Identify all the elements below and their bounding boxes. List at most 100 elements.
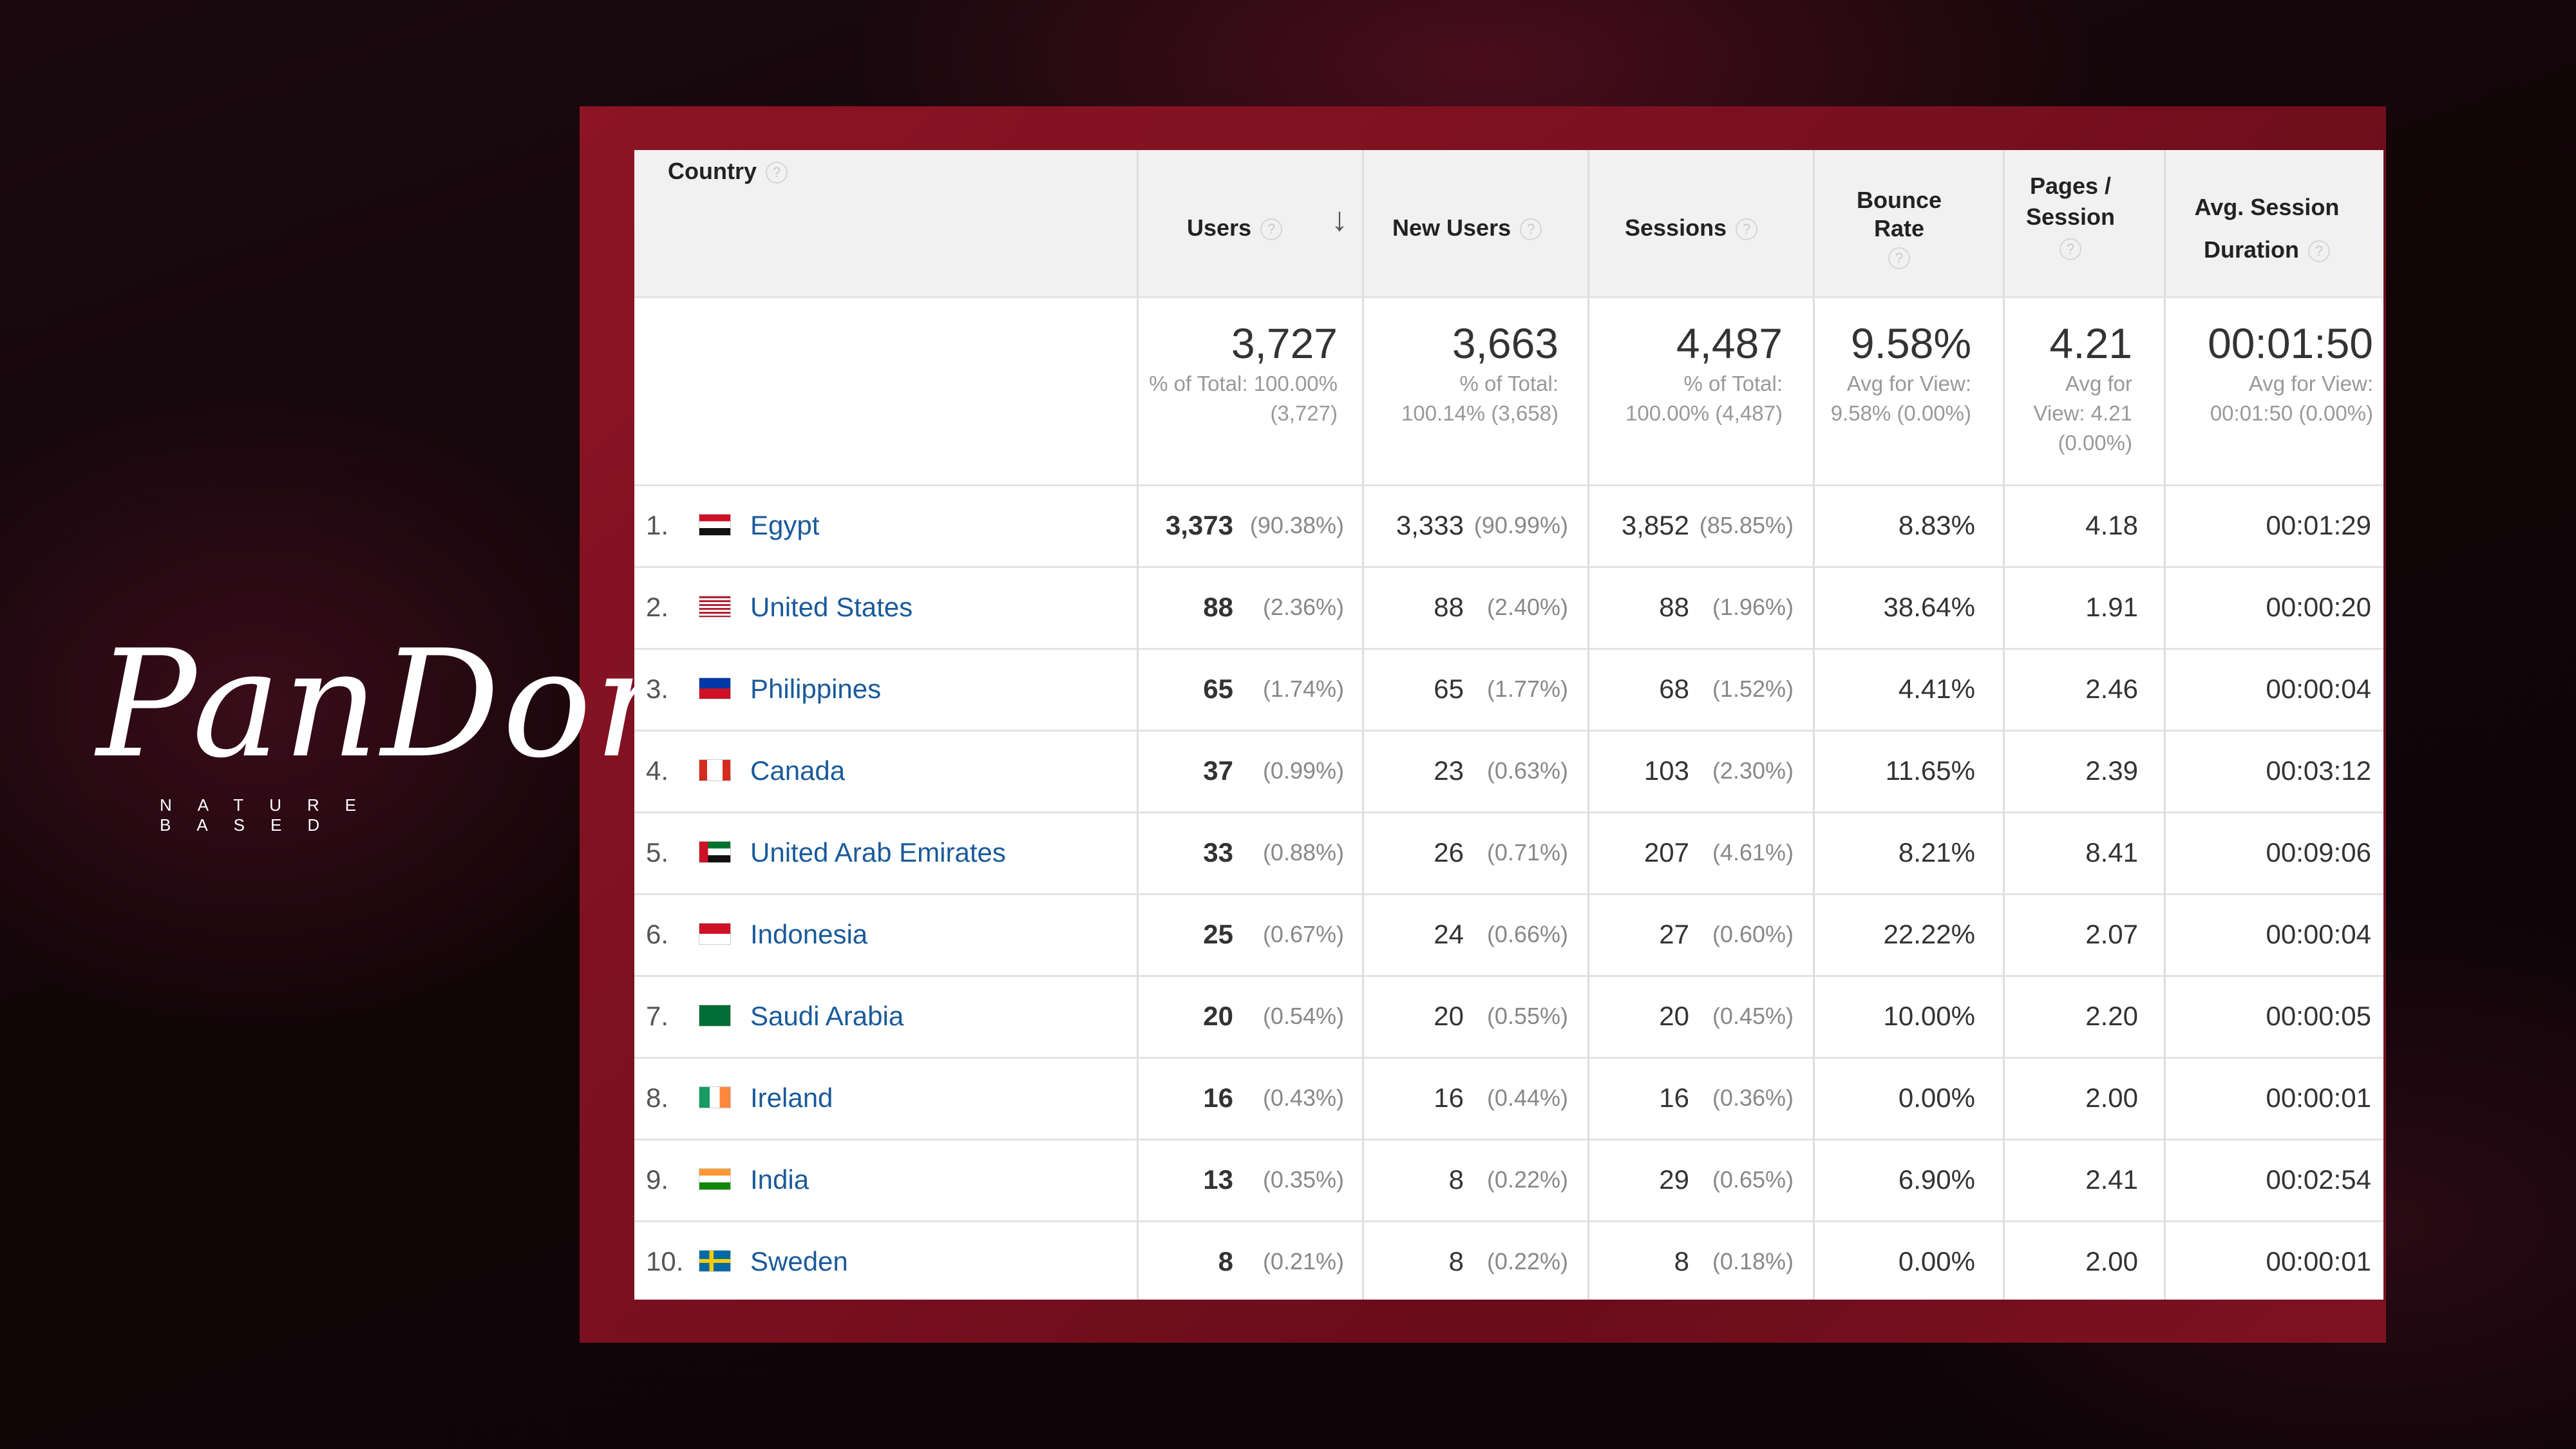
country-link[interactable]: Saudi Arabia [750, 975, 904, 1057]
bounce-rate-value: 10.00% [1883, 1001, 1975, 1031]
new-users-percent: (0.71%) [1486, 839, 1568, 866]
header-duration-label-1: Avg. Session [2194, 194, 2340, 220]
users-percent: (90.38%) [1249, 512, 1344, 538]
total-bounce-rate: 9.58% [1850, 319, 1971, 367]
users-value: 25 [1203, 919, 1233, 949]
help-icon[interactable]: ? [1736, 218, 1758, 241]
total-new-users: 3,663 [1452, 319, 1558, 367]
avg-duration-value: 00:00:20 [2266, 592, 2372, 622]
sort-descending-icon[interactable]: ↓ [1331, 200, 1348, 239]
pages-session-value: 2.20 [2085, 1001, 2138, 1031]
country-link[interactable]: Egypt [750, 484, 819, 566]
new-users-value: 23 [1434, 755, 1464, 786]
help-icon[interactable]: ? [1260, 218, 1283, 241]
users-value: 16 [1203, 1083, 1233, 1113]
table-row[interactable]: 10. Sweden 8 (0.21%) 8 (0.22%) 8 (0.18%) 0.00% 2.… [634, 1220, 2383, 1300]
country-link[interactable]: Ireland [750, 1057, 833, 1139]
row-divider [634, 1139, 2383, 1141]
header-sessions[interactable]: Sessions? [1625, 214, 1758, 242]
header-bounce-rate[interactable]: Bounce Rate ? [1835, 186, 1964, 271]
divider [634, 296, 2383, 298]
table-row[interactable]: 8. Ireland 16 (0.43%) 16 (0.44%) 16 (0.36%) 0.00… [634, 1057, 2383, 1139]
users-value: 13 [1203, 1164, 1233, 1195]
header-avg-session-duration[interactable]: Avg. Session Duration? [2161, 186, 2373, 271]
help-icon[interactable]: ? [1520, 218, 1542, 241]
new-users-percent: (0.22%) [1486, 1248, 1568, 1274]
help-icon[interactable]: ? [2060, 238, 2081, 261]
header-new-users[interactable]: New Users? [1392, 214, 1542, 242]
sessions-value: 29 [1659, 1164, 1689, 1195]
pages-session-value: 4.18 [2085, 510, 2138, 540]
avg-duration-value: 00:03:12 [2266, 755, 2372, 786]
pages-session-value: 2.00 [2085, 1083, 2138, 1113]
row-divider [634, 893, 2383, 895]
ph-flag-icon [699, 677, 731, 699]
country-link[interactable]: United States [750, 566, 913, 648]
table-row[interactable]: 3. Philippines 65 (1.74%) 65 (1.77%) 68 (1.52%)… [634, 648, 2383, 730]
column-divider [1587, 150, 1589, 1300]
table-row[interactable]: 1. Egypt 3,373 (90.38%) 3,333 (90.99%) 3,852 (8… [634, 484, 2383, 566]
table-row[interactable]: 2. United States 88 (2.36%) 88 (2.40%) 88 (1.96… [634, 566, 2383, 648]
total-pages-sub3: (0.00%) [2058, 431, 2132, 455]
avg-duration-value: 00:00:01 [2266, 1083, 2372, 1113]
help-icon[interactable]: ? [2308, 240, 2330, 263]
uae-flag-icon [699, 841, 731, 863]
avg-duration-value: 00:00:04 [2266, 674, 2372, 704]
country-link[interactable]: Sweden [750, 1220, 848, 1300]
users-value: 20 [1203, 1001, 1233, 1031]
table-row[interactable]: 9. India 13 (0.35%) 8 (0.22%) 29 (0.65%) 6.90% 2.… [634, 1139, 2383, 1220]
header-pages-session[interactable]: Pages / Session ? [2006, 171, 2135, 263]
total-sessions-sub2: 100.00% (4,487) [1625, 401, 1783, 425]
header-duration-label-2: Duration [2204, 236, 2299, 263]
brand-tagline: NATURE BASED [160, 795, 382, 835]
country-link[interactable]: India [750, 1139, 809, 1220]
total-users-sub2: (3,727) [1270, 401, 1338, 425]
header-pages-label-1: Pages / [2029, 173, 2112, 199]
sessions-value: 68 [1659, 674, 1689, 704]
row-rank: 3. [646, 674, 669, 704]
table-row[interactable]: 5. United Arab Emirates 33 (0.88%) 26 (0.71%)… [634, 811, 2383, 893]
country-link[interactable]: United Arab Emirates [750, 811, 1006, 893]
sessions-percent: (0.45%) [1712, 1003, 1794, 1029]
header-pages-label-2: Session [2025, 204, 2116, 230]
total-avg-duration-sub: Avg for View: 00:01:50 (0.00%) [2135, 369, 2373, 428]
sessions-value: 103 [1643, 755, 1689, 786]
avg-duration-value: 00:00:04 [2266, 919, 2372, 949]
total-new-users-sub1: % of Total: [1459, 372, 1558, 395]
new-users-percent: (0.63%) [1486, 757, 1568, 784]
table-row[interactable]: 4. Canada 37 (0.99%) 23 (0.63%) 103 (2.30%) 11.6… [634, 730, 2383, 811]
help-icon[interactable]: ? [1888, 247, 1910, 270]
country-link[interactable]: Philippines [750, 648, 881, 730]
country-link[interactable]: Indonesia [750, 893, 867, 975]
total-sessions: 4,487 [1676, 319, 1783, 367]
help-icon[interactable]: ? [766, 162, 788, 184]
total-users-sub1: % of Total: 100.00% [1149, 372, 1338, 395]
country-link[interactable]: Canada [750, 730, 845, 811]
users-percent: (0.67%) [1262, 921, 1344, 947]
table-row[interactable]: 6. Indonesia 25 (0.67%) 24 (0.66%) 27 (0.60%) 22… [634, 893, 2383, 975]
pages-session-value: 2.46 [2085, 674, 2138, 704]
bounce-rate-value: 8.83% [1898, 510, 1975, 540]
analytics-table: Country? Users? ↓ New Users? Sessions? B… [634, 150, 2383, 1300]
users-percent: (0.21%) [1262, 1248, 1344, 1274]
pages-session-value: 2.07 [2085, 919, 2138, 949]
header-users[interactable]: Users? [1187, 214, 1283, 242]
sessions-value: 207 [1643, 837, 1689, 867]
ca-flag-icon [699, 759, 731, 781]
new-users-value: 16 [1434, 1083, 1464, 1113]
total-pages-session-sub: Avg for View: 4.21 (0.00%) [1987, 369, 2133, 458]
row-rank: 4. [646, 755, 669, 786]
header-country[interactable]: Country? [668, 158, 788, 185]
in-flag-icon [699, 1168, 731, 1190]
egypt-flag-icon [699, 514, 731, 536]
new-users-percent: (0.44%) [1486, 1084, 1568, 1111]
avg-duration-value: 00:00:01 [2266, 1246, 2372, 1276]
sessions-percent: (85.85%) [1699, 512, 1794, 538]
table-row[interactable]: 7. Saudi Arabia 20 (0.54%) 20 (0.55%) 20 (0.45%… [634, 975, 2383, 1057]
row-rank: 5. [646, 837, 669, 867]
column-divider [1362, 150, 1364, 1300]
total-users: 3,727 [1231, 319, 1338, 367]
row-divider [634, 975, 2383, 977]
row-rank: 9. [646, 1164, 669, 1195]
avg-duration-value: 00:02:54 [2266, 1164, 2372, 1195]
